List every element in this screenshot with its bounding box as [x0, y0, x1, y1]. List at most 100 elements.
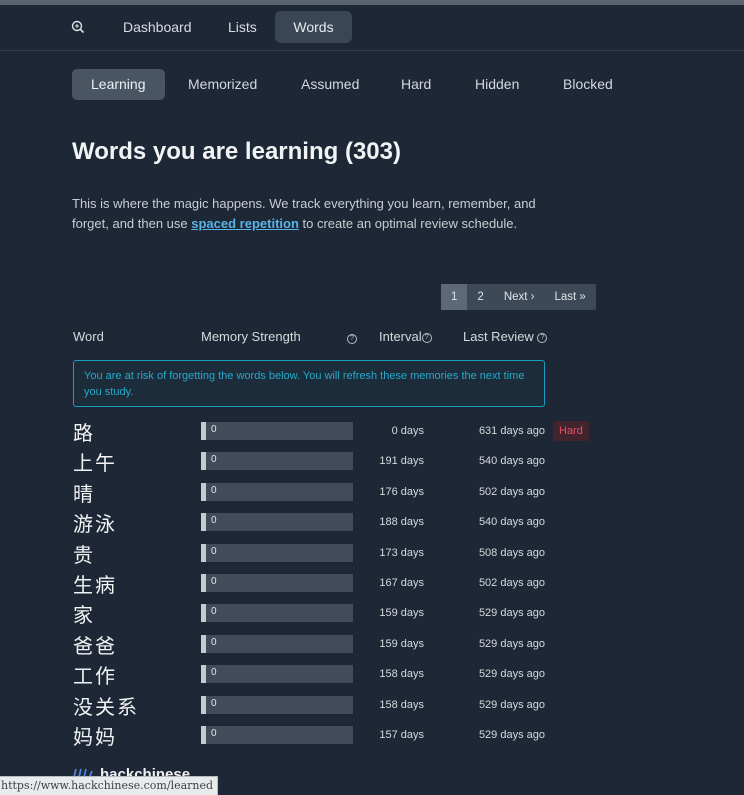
last-review-value: 529 days ago	[478, 698, 545, 711]
interval-value: 167 days	[379, 577, 424, 589]
table-row[interactable]: 路 0 0 days 631 days ago Hard	[0, 421, 744, 451]
memory-strength-fill	[201, 665, 206, 684]
memory-strength-fill	[201, 634, 206, 653]
word-characters[interactable]: 生病	[73, 573, 117, 597]
tab-words[interactable]: Words	[275, 11, 352, 43]
memory-help-icon[interactable]: ?	[347, 330, 357, 345]
header-word[interactable]: Word	[73, 329, 104, 344]
interval-value: 188 days	[379, 516, 424, 529]
word-characters[interactable]: 贵	[73, 543, 95, 567]
hard-badge: Hard	[553, 421, 589, 441]
table-row[interactable]: 没关系 0 158 days 529 days ago	[0, 695, 744, 725]
word-characters[interactable]: 晴	[73, 482, 95, 506]
subtab-hard[interactable]: Hard	[382, 69, 450, 100]
last-review-value: 529 days ago	[478, 729, 545, 741]
memory-strength-bar: 0	[201, 422, 353, 440]
memory-strength-fill	[201, 513, 206, 532]
memory-strength-fill	[201, 422, 206, 440]
memory-strength-value: 0	[211, 606, 217, 618]
memory-strength-value: 0	[211, 545, 217, 557]
word-characters[interactable]: 家	[73, 603, 95, 627]
last-review-value: 508 days ago	[478, 546, 545, 559]
last-review-value: 502 days ago	[478, 485, 545, 498]
memory-strength-value: 0	[211, 636, 217, 648]
spaced-repetition-link[interactable]: spaced repetition	[191, 216, 299, 231]
word-characters[interactable]: 工作	[73, 664, 117, 688]
last-review-help-icon[interactable]: ?	[537, 333, 548, 343]
interval-value: 158 days	[379, 698, 424, 711]
search-icon[interactable]	[70, 19, 86, 35]
header-last-review-label: Last Review	[463, 329, 534, 344]
memory-strength-value: 0	[211, 515, 217, 527]
last-review-value: 631 days ago	[478, 425, 545, 437]
subtab-hidden[interactable]: Hidden	[456, 69, 538, 100]
table-row[interactable]: 上午 0 191 days 540 days ago	[0, 451, 744, 481]
last-review-value: 529 days ago	[478, 607, 545, 620]
subtab-learning[interactable]: Learning	[72, 69, 165, 100]
table-row[interactable]: 工作 0 158 days 529 days ago	[0, 664, 744, 694]
table-row[interactable]: 妈妈 0 157 days 529 days ago	[0, 725, 744, 755]
memory-strength-bar: 0	[201, 574, 353, 592]
interval-value: 158 days	[379, 668, 424, 681]
header-memory-strength[interactable]: Memory Strength	[201, 329, 301, 344]
pagination: 1 2 Next › Last »	[441, 284, 596, 310]
header-last-review[interactable]: Last Review ?	[463, 329, 548, 344]
interval-value: 176 days	[379, 485, 424, 498]
page-2-button[interactable]: 2	[467, 284, 493, 310]
subtab-memorized[interactable]: Memorized	[169, 69, 276, 100]
interval-value: 191 days	[379, 455, 424, 468]
top-navigation: Dashboard Lists Words	[0, 5, 744, 51]
last-review-value: 540 days ago	[478, 516, 545, 529]
memory-strength-value: 0	[211, 697, 217, 709]
memory-strength-bar: 0	[201, 452, 353, 471]
page-1-button[interactable]: 1	[441, 284, 468, 310]
last-review-value: 502 days ago	[478, 577, 545, 589]
table-row[interactable]: 爸爸 0 159 days 529 days ago	[0, 634, 744, 664]
last-review-value: 529 days ago	[478, 637, 545, 650]
interval-value: 157 days	[379, 729, 424, 741]
table-row[interactable]: 游泳 0 188 days 540 days ago	[0, 512, 744, 542]
memory-strength-bar: 0	[201, 543, 353, 562]
memory-strength-bar: 0	[201, 634, 353, 653]
table-row[interactable]: 贵 0 173 days 508 days ago	[0, 543, 744, 573]
subtab-blocked[interactable]: Blocked	[544, 69, 632, 100]
memory-strength-bar: 0	[201, 695, 353, 714]
memory-strength-value: 0	[211, 454, 217, 466]
interval-value: 159 days	[379, 637, 424, 650]
word-characters[interactable]: 没关系	[73, 695, 139, 719]
memory-strength-bar: 0	[201, 482, 353, 501]
table-row[interactable]: 晴 0 176 days 502 days ago	[0, 482, 744, 512]
memory-strength-fill	[201, 574, 206, 592]
word-characters[interactable]: 上午	[73, 451, 117, 475]
memory-strength-fill	[201, 695, 206, 714]
interval-value: 173 days	[379, 546, 424, 559]
forgetting-alert: You are at risk of forgetting the words …	[73, 360, 545, 407]
tab-lists[interactable]: Lists	[214, 11, 271, 43]
table-row[interactable]: 生病 0 167 days 502 days ago	[0, 573, 744, 603]
memory-strength-bar: 0	[201, 665, 353, 684]
memory-strength-value: 0	[211, 667, 217, 679]
header-interval-label: Interval	[379, 329, 422, 344]
memory-strength-value: 0	[211, 424, 217, 435]
last-page-button[interactable]: Last »	[544, 284, 595, 310]
memory-strength-value: 0	[211, 484, 217, 496]
tab-dashboard[interactable]: Dashboard	[109, 11, 206, 43]
memory-strength-fill	[201, 452, 206, 471]
next-page-button[interactable]: Next ›	[494, 284, 545, 310]
memory-strength-bar: 0	[201, 604, 353, 623]
memory-strength-value: 0	[211, 576, 217, 587]
interval-help-icon[interactable]: ?	[421, 333, 432, 343]
header-interval[interactable]: Interval?	[379, 329, 432, 344]
table-row[interactable]: 家 0 159 days 529 days ago	[0, 603, 744, 633]
word-characters[interactable]: 路	[73, 421, 95, 445]
interval-value: 0 days	[391, 425, 424, 437]
word-characters[interactable]: 爸爸	[73, 634, 117, 658]
browser-status-url: https://www.hackchinese.com/learned	[0, 776, 219, 795]
subtab-assumed[interactable]: Assumed	[282, 69, 378, 100]
word-characters[interactable]: 游泳	[73, 512, 117, 536]
memory-strength-fill	[201, 726, 206, 744]
page-intro: This is where the magic happens. We trac…	[72, 194, 572, 233]
last-review-value: 529 days ago	[478, 668, 545, 681]
page-title: Words you are learning (303)	[72, 138, 401, 165]
word-characters[interactable]: 妈妈	[73, 725, 117, 749]
